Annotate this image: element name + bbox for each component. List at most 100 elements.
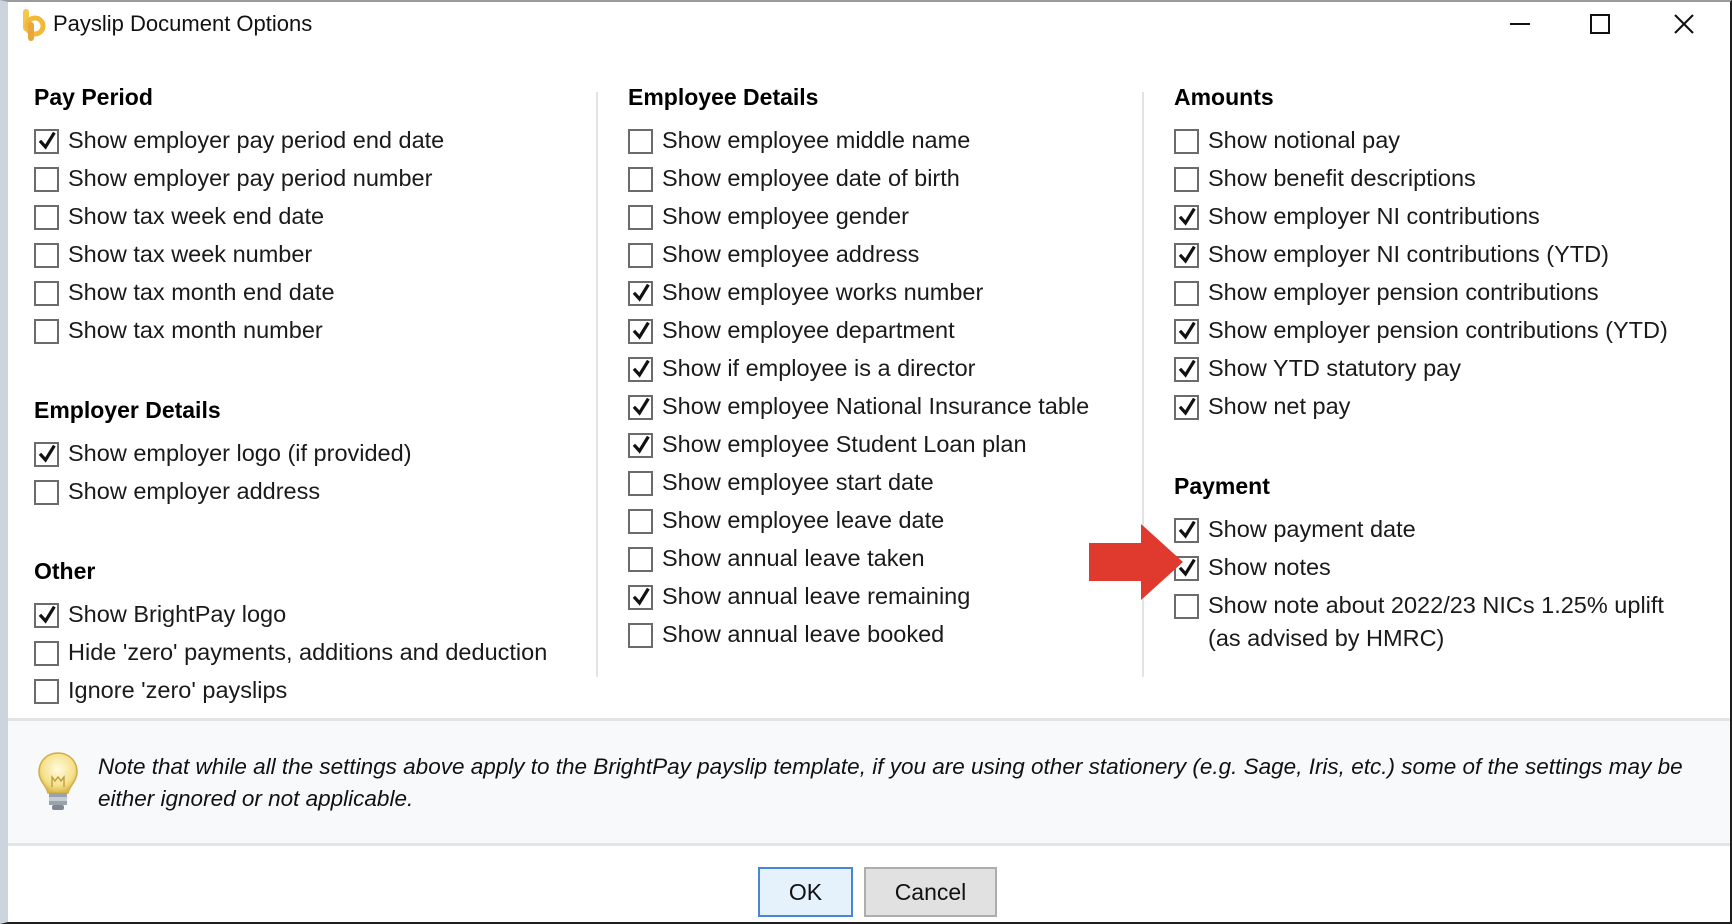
option-show-benefit-descriptions[interactable]: Show benefit descriptions [1174,162,1668,200]
option-label: Show employee leave date [662,507,945,533]
option-label-wrap: Show net pay [1199,390,1350,423]
checkbox-unchecked[interactable] [34,641,59,666]
checkbox-unchecked[interactable] [628,471,653,496]
option-show-annual-leave-remaining[interactable]: Show annual leave remaining [628,580,1089,618]
checkbox-unchecked[interactable] [628,623,653,648]
close-button[interactable] [1644,2,1724,46]
option-label: Show employer address [68,478,321,504]
options-column-middle: Employee Details Show employee middle nam… [628,80,1089,656]
checkbox-checked[interactable] [628,281,653,306]
checkbox-unchecked[interactable] [34,480,59,505]
option-show-employer-pay-period-end-date[interactable]: Show employer pay period end date [34,124,547,162]
checkbox-unchecked[interactable] [628,129,653,154]
cancel-button[interactable]: Cancel [864,867,997,917]
option-show-employer-ni-contributions-ytd[interactable]: Show employer NI contributions (YTD) [1174,238,1668,276]
option-label: Show employee department [662,317,955,343]
checkmark-icon [632,588,650,606]
checkbox-unchecked[interactable] [1174,167,1199,192]
checkbox-checked[interactable] [1174,205,1199,230]
option-label-wrap: Show employee date of birth [653,162,960,195]
ok-button[interactable]: OK [758,867,853,917]
option-show-employee-date-of-birth[interactable]: Show employee date of birth [628,162,1089,200]
option-show-employee-works-number[interactable]: Show employee works number [628,276,1089,314]
option-show-employer-ni-contributions[interactable]: Show employer NI contributions [1174,200,1668,238]
option-label: Show notional pay [1208,127,1401,153]
checkbox-unchecked[interactable] [628,205,653,230]
option-show-employee-start-date[interactable]: Show employee start date [628,466,1089,504]
option-show-annual-leave-taken[interactable]: Show annual leave taken [628,542,1089,580]
checkbox-checked[interactable] [34,442,59,467]
checkbox-checked[interactable] [34,129,59,154]
checkmark-icon [1178,208,1196,226]
option-show-employer-logo-if-provided[interactable]: Show employer logo (if provided) [34,437,547,475]
option-label-wrap: Show employer NI contributions [1199,200,1540,233]
group-pay-period: Pay Period Show employer pay period end d… [34,80,547,352]
option-show-employee-department[interactable]: Show employee department [628,314,1089,352]
option-ignore-zero-payslips[interactable]: Ignore 'zero' payslips [34,674,547,712]
maximize-button[interactable] [1560,2,1640,46]
checkbox-checked[interactable] [1174,395,1199,420]
checkbox-unchecked[interactable] [34,319,59,344]
option-label: Show employer logo (if provided) [68,440,412,466]
checkbox-checked[interactable] [628,319,653,344]
checkbox-unchecked[interactable] [1174,281,1199,306]
checkbox-checked[interactable] [1174,357,1199,382]
checkbox-checked[interactable] [1174,243,1199,268]
option-show-tax-week-end-date[interactable]: Show tax week end date [34,200,547,238]
checkbox-unchecked[interactable] [628,167,653,192]
checkbox-checked[interactable] [628,433,653,458]
checkbox-checked[interactable] [34,603,59,628]
checkmark-icon [1178,398,1196,416]
option-show-employee-address[interactable]: Show employee address [628,238,1089,276]
title-bar[interactable]: Payslip Document Options [8,2,1730,48]
option-label-wrap: Show if employee is a director [653,352,975,385]
checkbox-unchecked[interactable] [1174,129,1199,154]
option-show-notes[interactable]: Show notes [1174,551,1668,589]
checkbox-unchecked[interactable] [34,205,59,230]
option-show-employee-national-insurance-table[interactable]: Show employee National Insurance table [628,390,1089,428]
option-show-employee-student-loan-plan[interactable]: Show employee Student Loan plan [628,428,1089,466]
option-show-tax-month-number[interactable]: Show tax month number [34,314,547,352]
option-show-if-employee-is-a-director[interactable]: Show if employee is a director [628,352,1089,390]
option-show-ytd-statutory-pay[interactable]: Show YTD statutory pay [1174,352,1668,390]
option-label-wrap: Show employer logo (if provided) [59,437,412,470]
checkbox-unchecked[interactable] [628,509,653,534]
option-hide-zero-payments-additions-and-deduction[interactable]: Hide 'zero' payments, additions and dedu… [34,636,547,674]
option-label: Hide 'zero' payments, additions and dedu… [68,639,548,665]
option-label: Show employee National Insurance table [662,393,1090,419]
option-show-brightpay-logo[interactable]: Show BrightPay logo [34,598,547,636]
option-show-tax-week-number[interactable]: Show tax week number [34,238,547,276]
option-show-employer-pension-contributions[interactable]: Show employer pension contributions [1174,276,1668,314]
minimize-button[interactable] [1480,2,1560,46]
checkbox-unchecked[interactable] [34,167,59,192]
option-label-wrap: Show employer pension contributions (YTD… [1199,314,1668,347]
checkbox-checked[interactable] [628,395,653,420]
group-employer-details: Employer Details Show employer logo (if p… [34,393,547,513]
option-show-employer-pay-period-number[interactable]: Show employer pay period number [34,162,547,200]
option-show-note-about-2022-23-nics-1-25-uplift[interactable]: Show note about 2022/23 NICs 1.25% uplif… [1174,589,1668,655]
option-show-tax-month-end-date[interactable]: Show tax month end date [34,276,547,314]
checkbox-unchecked[interactable] [34,281,59,306]
options-column-right: Amounts Show notional pay Show benefit des… [1174,80,1668,655]
option-show-employer-pension-contributions-ytd[interactable]: Show employer pension contributions (YTD… [1174,314,1668,352]
option-show-employer-address[interactable]: Show employer address [34,475,547,513]
checkbox-unchecked[interactable] [628,243,653,268]
section-heading: Employee Details [628,84,819,110]
checkbox-checked[interactable] [628,585,653,610]
option-show-annual-leave-booked[interactable]: Show annual leave booked [628,618,1089,656]
section-heading: Pay Period [34,84,153,110]
option-label: Show employee works number [662,279,984,305]
checkbox-unchecked[interactable] [34,243,59,268]
option-show-employee-leave-date[interactable]: Show employee leave date [628,504,1089,542]
checkbox-checked[interactable] [628,357,653,382]
checkbox-unchecked[interactable] [628,547,653,572]
option-show-net-pay[interactable]: Show net pay [1174,390,1668,428]
option-label-wrap: Show payment date [1199,513,1416,546]
checkbox-unchecked[interactable] [34,679,59,704]
option-show-employee-gender[interactable]: Show employee gender [628,200,1089,238]
close-icon [1674,14,1694,34]
option-show-employee-middle-name[interactable]: Show employee middle name [628,124,1089,162]
option-show-notional-pay[interactable]: Show notional pay [1174,124,1668,162]
option-show-payment-date[interactable]: Show payment date [1174,513,1668,551]
checkbox-checked[interactable] [1174,319,1199,344]
